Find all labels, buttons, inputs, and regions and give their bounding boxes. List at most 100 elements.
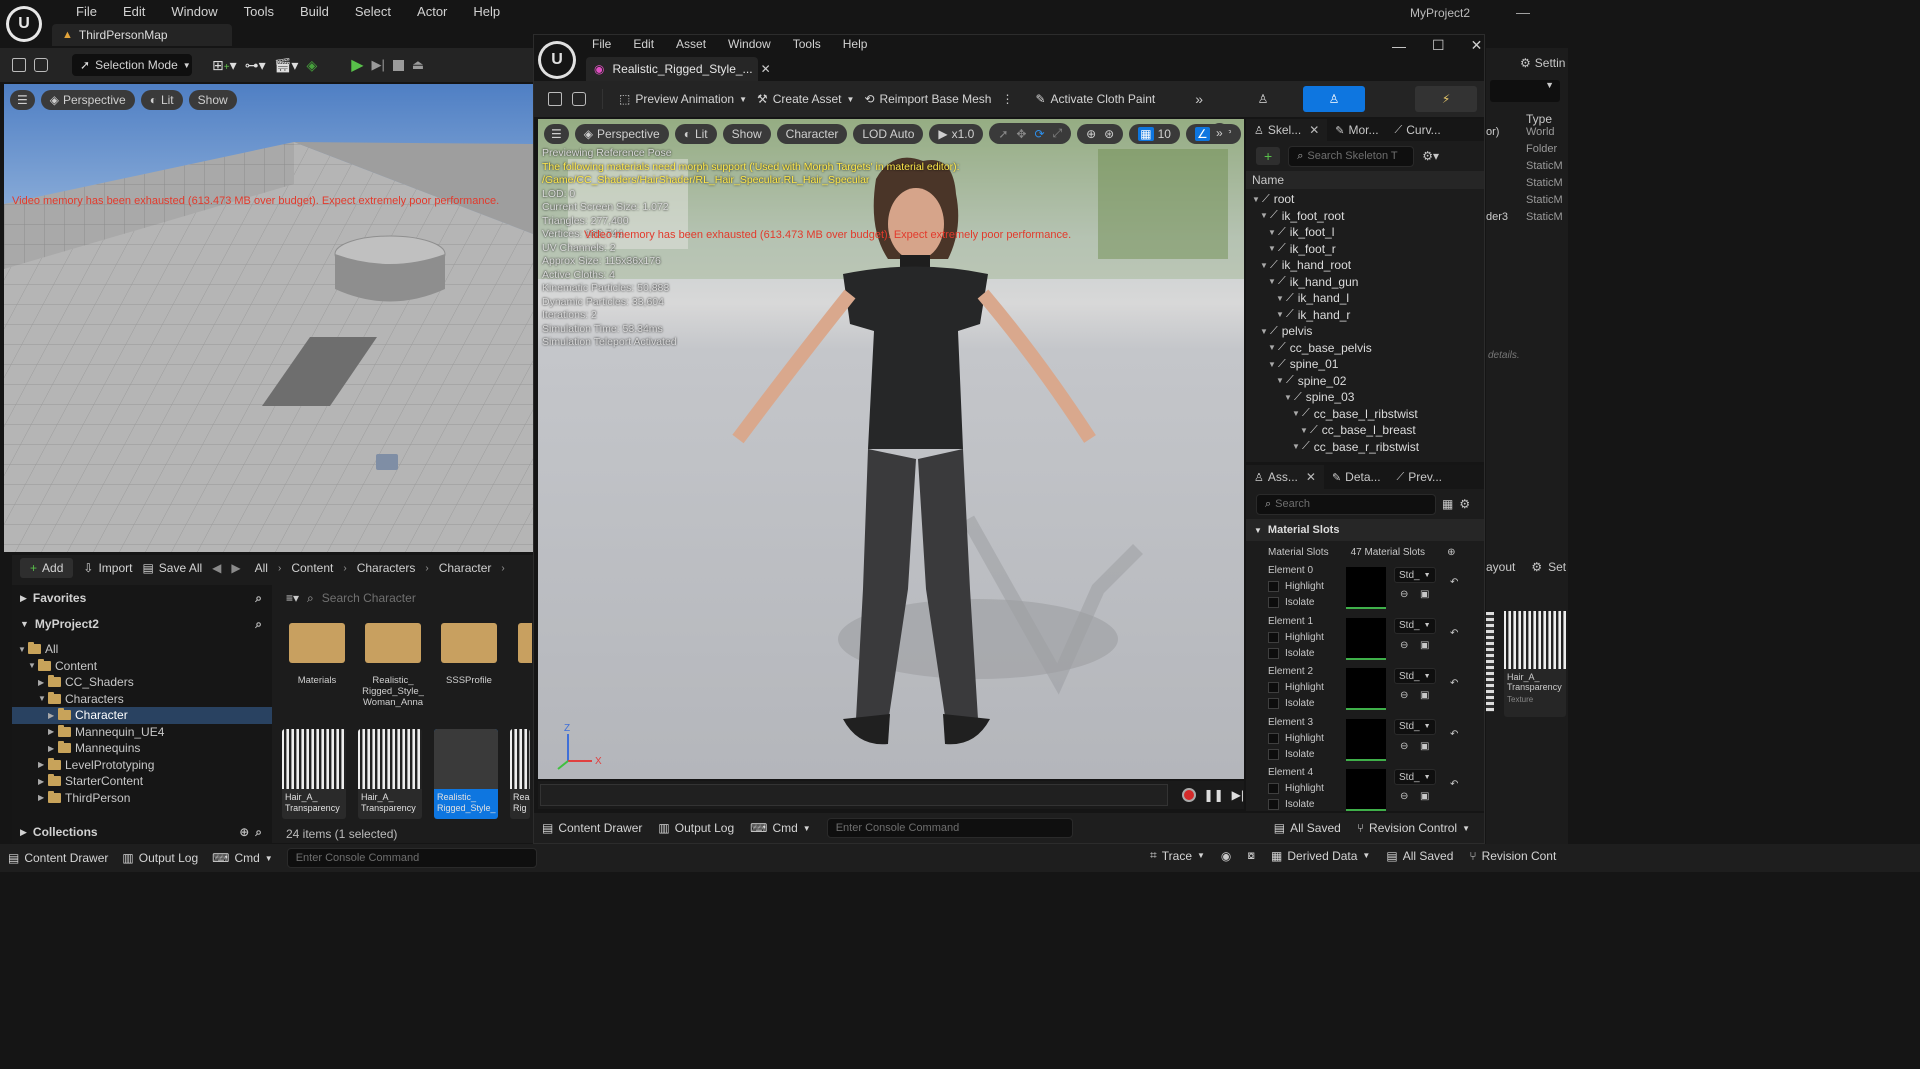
bone-row[interactable]: ▼ ⟋ spine_03 — [1246, 389, 1484, 406]
all-saved-button[interactable]: ▤ All Saved — [1386, 849, 1453, 863]
table-view-icon[interactable]: ▦ — [1442, 497, 1453, 511]
isolate-checkbox[interactable] — [1268, 647, 1279, 659]
menu-item-window[interactable]: Window — [163, 4, 225, 19]
folder-tree-item[interactable]: ▶ Character — [12, 707, 272, 724]
grid-snap-button[interactable]: ▦ 10 — [1129, 123, 1180, 144]
chevron-down-icon[interactable]: ▼ — [38, 694, 48, 703]
derived-data-dropdown[interactable]: ▦ Derived Data ▼ — [1271, 849, 1370, 863]
menu-item-help[interactable]: Help — [835, 37, 876, 51]
search-icon[interactable]: ⌕ — [255, 617, 262, 632]
chevron-down-icon[interactable]: ▼ — [1268, 343, 1278, 352]
chevron-down-icon[interactable]: ▼ — [18, 645, 28, 654]
material-dropdown[interactable]: Std_ ▼ — [1394, 567, 1436, 583]
material-dropdown[interactable]: Std_ ▼ — [1394, 617, 1436, 634]
search-icon[interactable]: ⌕ — [255, 825, 262, 840]
step-icon[interactable]: ▶| — [372, 57, 385, 73]
isolate-checkbox[interactable] — [1268, 748, 1279, 760]
menu-item-tools[interactable]: Tools — [236, 4, 282, 19]
preview-viewport[interactable]: Z X ☰ ◈ Perspective ◐ Lit Show Character L… — [538, 119, 1244, 779]
folder-tree-item[interactable]: ▶ ThirdPerson — [12, 790, 272, 807]
isolate-checkbox-row[interactable]: Isolate — [1268, 597, 1314, 608]
reimport-base-mesh-button[interactable]: ⟲ Reimport Base Mesh — [864, 92, 991, 106]
chevron-down-icon[interactable]: ▼ — [1268, 360, 1278, 369]
settings-gear-icon[interactable]: ⚙▾ — [1422, 149, 1439, 163]
eject-icon[interactable]: ⏏ — [412, 57, 424, 73]
details-search-input[interactable]: ⌕ Search — [1256, 493, 1436, 515]
outliner-row[interactable]: StaticM — [1486, 194, 1568, 211]
revision-control-button[interactable]: ⑂ Revision Cont — [1469, 849, 1556, 863]
bone-row[interactable]: ▼ ⟋ cc_base_r_ribstwist — [1246, 439, 1484, 456]
reset-arrow-icon[interactable]: ↶ — [1450, 729, 1458, 740]
folder-tree-item[interactable]: ▶ Mannequins — [12, 740, 272, 757]
chevron-down-icon[interactable]: ▼ — [1260, 327, 1270, 336]
menu-item-asset[interactable]: Asset — [668, 37, 714, 51]
material-slots-section[interactable]: ▼ Material Slots — [1246, 519, 1484, 541]
chevron-right-icon[interactable]: ▶ — [38, 777, 48, 786]
close-icon[interactable]: ✕ — [1471, 37, 1483, 54]
settings-label[interactable]: Set — [1548, 560, 1566, 574]
add-button[interactable]: + Add — [20, 558, 74, 578]
play-icon[interactable]: ▶ — [351, 55, 363, 75]
menu-item-select[interactable]: Select — [347, 4, 399, 19]
asset-tile[interactable]: Hair_A_ Transparency — [282, 729, 346, 819]
unreal-logo[interactable]: U — [6, 6, 42, 42]
folder-icon[interactable] — [518, 623, 532, 663]
bone-row[interactable]: ▼ ⟋ cc_base_pelvis — [1246, 340, 1484, 357]
highlight-checkbox[interactable] — [1268, 783, 1279, 794]
bone-row[interactable]: ▼ ⟋ pelvis — [1246, 323, 1484, 340]
layout-label[interactable]: ayout — [1486, 560, 1515, 574]
map-tab[interactable]: ▲ ThirdPersonMap — [52, 24, 232, 46]
content-drawer-button[interactable]: ▤ Content Drawer — [8, 851, 108, 865]
use-selected-icon[interactable]: ⊖ — [1400, 589, 1408, 600]
add-actor-icon[interactable]: ⊞+▾ — [212, 57, 237, 74]
bone-row[interactable]: ▼ ⟋ cc_base_l_breast — [1246, 422, 1484, 439]
main-minimize-button[interactable]: — — [1516, 4, 1530, 20]
transform-tools[interactable]: ➚ ✥ ⟳ ⤢ — [989, 123, 1072, 144]
viewport-menu-button[interactable]: ☰ — [10, 90, 35, 110]
search-icon[interactable]: ⌕ — [255, 591, 262, 606]
isolate-checkbox-row[interactable]: Isolate — [1268, 748, 1314, 760]
material-thumbnail[interactable] — [1346, 769, 1386, 811]
physics-mode-button[interactable]: ⚡ — [1415, 86, 1478, 112]
chevron-right-icon[interactable]: ▶ — [48, 727, 58, 736]
isolate-checkbox-row[interactable]: Isolate — [1268, 647, 1314, 659]
chevron-down-icon[interactable]: ▼ — [1300, 426, 1310, 435]
material-dropdown[interactable]: Std_ ▼ — [1394, 769, 1436, 785]
revision-control-button[interactable]: ⑂ Revision Control ▼ — [1357, 821, 1470, 835]
browse-material-icon[interactable]: ▣ — [1420, 690, 1429, 701]
back-icon[interactable]: ◀ — [212, 561, 221, 575]
minimize-icon[interactable]: — — [1392, 38, 1406, 54]
panel-tab[interactable]: ♙ Ass... ✕ — [1246, 465, 1324, 489]
chevron-down-icon[interactable]: ▼ — [1292, 442, 1302, 451]
bone-row[interactable]: ▼ ⟋ ik_hand_gun — [1246, 274, 1484, 291]
add-collection-icon[interactable]: ⊕ — [239, 825, 249, 839]
bone-row[interactable]: ▼ ⟋ ik_foot_root — [1246, 208, 1484, 225]
outliner-filter[interactable]: ▼ — [1490, 80, 1560, 102]
level-viewport[interactable]: ☰ ◈ Perspective ◐ Lit Show Video memory ha… — [4, 84, 533, 552]
all-saved-button[interactable]: ▤ All Saved — [1274, 821, 1341, 835]
console-input[interactable]: Enter Console Command — [826, 818, 1073, 838]
breadcrumb-item[interactable]: Content — [287, 561, 337, 575]
mesh-mode-button[interactable]: ♙ — [1303, 86, 1366, 112]
folder-tree-item[interactable]: ▶ StarterContent — [12, 773, 272, 790]
bone-row[interactable]: ▼ ⟋ ik_foot_r — [1246, 241, 1484, 258]
character-button[interactable]: Character — [776, 123, 848, 144]
trace-dropdown[interactable]: ⌗ Trace ▼ — [1150, 848, 1205, 863]
lit-button[interactable]: ◐ Lit — [140, 90, 183, 110]
bone-row[interactable]: ▼ ⟋ cc_base_l_ribstwist — [1246, 406, 1484, 423]
chevron-right-icon[interactable]: ▶ — [48, 711, 58, 720]
highlight-checkbox[interactable] — [1268, 682, 1279, 693]
asset-tile[interactable]: Realistic_ Rigged_Style_ — [434, 729, 498, 819]
use-selected-icon[interactable]: ⊖ — [1400, 741, 1408, 752]
perspective-button[interactable]: ◈ Perspective — [574, 123, 669, 144]
folder-tree-item[interactable]: ▶ LevelPrototyping — [12, 757, 272, 774]
show-button[interactable]: Show — [188, 90, 237, 110]
create-asset-dropdown[interactable]: ⚒ Create Asset ▼ — [757, 92, 854, 106]
bone-row[interactable]: ▼ ⟋ ik_hand_r — [1246, 307, 1484, 324]
platforms-icon[interactable]: ◈ — [306, 57, 317, 74]
chevron-down-icon[interactable]: ▼ — [1284, 393, 1294, 402]
record-button[interactable] — [1181, 788, 1196, 802]
chevron-down-icon[interactable]: ▼ — [1252, 195, 1262, 204]
isolate-checkbox-row[interactable]: Isolate — [1268, 799, 1314, 810]
browse-material-icon[interactable]: ▣ — [1420, 791, 1429, 802]
